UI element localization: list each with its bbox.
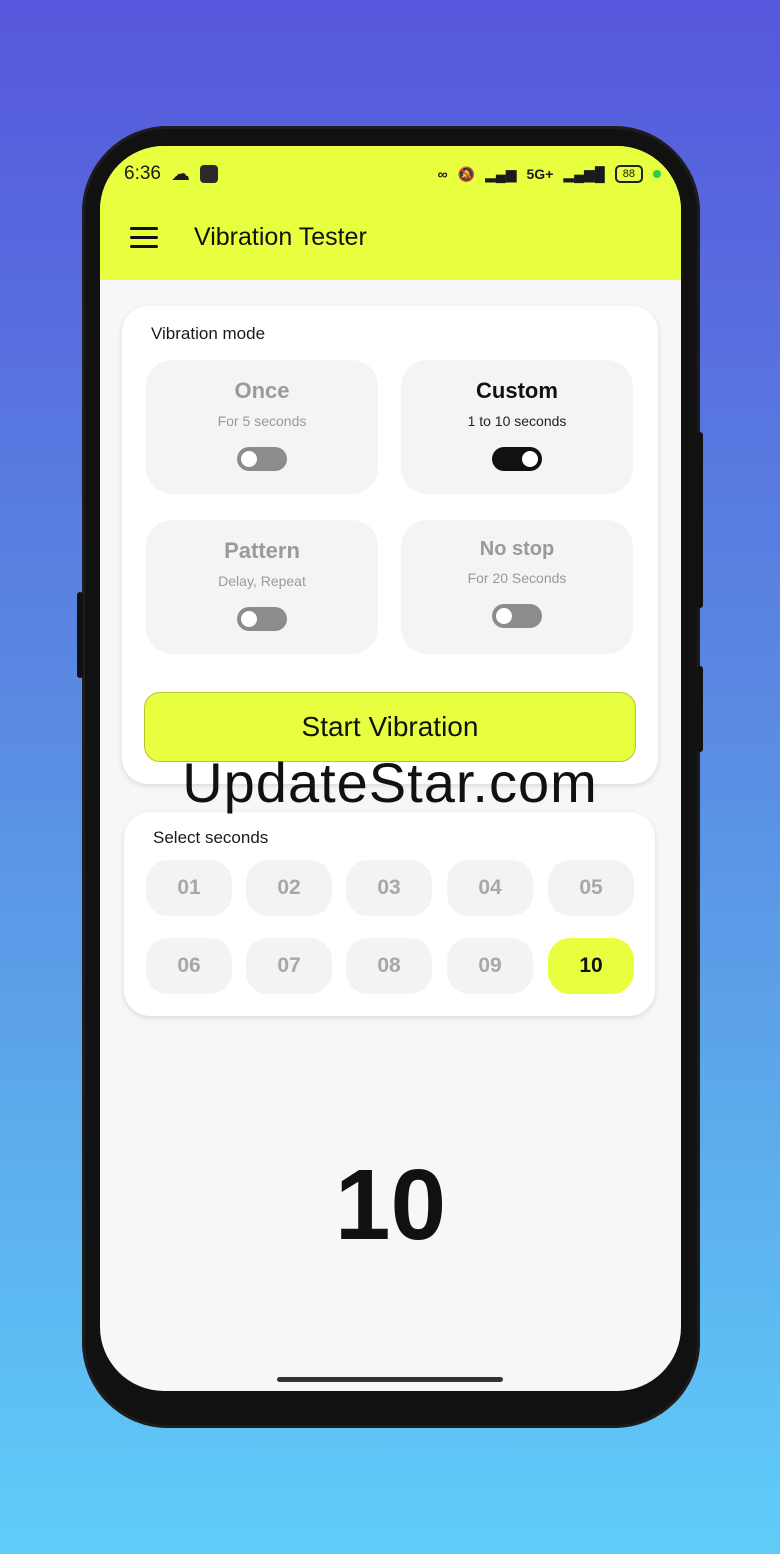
mode-no-stop-toggle[interactable] xyxy=(492,604,542,628)
mode-custom[interactable]: Custom 1 to 10 seconds xyxy=(401,360,633,494)
signal-icon-2: ▂▄▆█ xyxy=(563,165,605,182)
seconds-option-04[interactable]: 04 xyxy=(447,860,533,916)
mode-subtitle: For 5 seconds xyxy=(217,413,307,429)
seconds-option-10[interactable]: 10 xyxy=(548,938,634,994)
side-button xyxy=(697,666,703,752)
status-time: 6:36 xyxy=(124,163,161,184)
power-button xyxy=(697,432,703,608)
selected-seconds-display: 10 xyxy=(334,1149,447,1261)
mode-title: Once xyxy=(234,378,290,403)
mode-subtitle: 1 to 10 seconds xyxy=(467,413,567,429)
vibration-mode-card: Vibration mode Once For 5 seconds Custom… xyxy=(122,306,658,784)
select-seconds-card: Select seconds 01 02 03 04 05 06 07 08 0… xyxy=(124,812,655,1016)
mode-pattern-toggle[interactable] xyxy=(237,607,287,631)
mode-no-stop[interactable]: No stop For 20 Seconds xyxy=(401,520,633,654)
mode-subtitle: Delay, Repeat xyxy=(218,573,306,589)
mode-once[interactable]: Once For 5 seconds xyxy=(146,360,378,494)
mode-title: Pattern xyxy=(224,538,300,563)
network-type: 5G+ xyxy=(526,166,554,182)
signal-icon: ▂▄▆ xyxy=(485,165,517,182)
volume-button xyxy=(77,592,83,678)
watermark: UpdateStar.com xyxy=(182,751,598,814)
seconds-option-07[interactable]: 07 xyxy=(246,938,332,994)
seconds-option-06[interactable]: 06 xyxy=(146,938,232,994)
privacy-indicator-icon xyxy=(653,170,661,178)
link-icon: ∞ xyxy=(437,166,448,182)
app-bar: Vibration Tester xyxy=(130,222,367,252)
app-title: Vibration Tester xyxy=(194,222,367,251)
seconds-option-09[interactable]: 09 xyxy=(447,938,533,994)
seconds-option-02[interactable]: 02 xyxy=(246,860,332,916)
status-bar: 6:36 ☁ ∞ 🔕 ▂▄▆ 5G+ ▂▄▆█ 88 xyxy=(124,162,661,186)
mode-once-toggle[interactable] xyxy=(237,447,287,471)
seconds-option-05[interactable]: 05 xyxy=(548,860,634,916)
mode-title: Custom xyxy=(476,378,558,403)
bell-muted-icon: 🔕 xyxy=(457,165,476,182)
app-notification-icon xyxy=(199,165,218,183)
mode-title: No stop xyxy=(479,538,555,560)
home-indicator[interactable] xyxy=(277,1377,503,1382)
select-seconds-label: Select seconds xyxy=(153,828,269,847)
mode-custom-toggle[interactable] xyxy=(492,447,542,471)
cloud-icon: ☁ xyxy=(170,163,190,185)
battery-icon: 88 xyxy=(614,165,643,183)
mode-pattern[interactable]: Pattern Delay, Repeat xyxy=(146,520,378,654)
top-bar: 6:36 ☁ ∞ 🔕 ▂▄▆ 5G+ ▂▄▆█ 88 Vibration Tes… xyxy=(100,146,681,280)
seconds-option-01[interactable]: 01 xyxy=(146,860,232,916)
mode-subtitle: For 20 Seconds xyxy=(467,570,567,586)
seconds-option-03[interactable]: 03 xyxy=(346,860,432,916)
vibration-mode-label: Vibration mode xyxy=(151,324,266,343)
seconds-option-08[interactable]: 08 xyxy=(346,938,432,994)
menu-icon[interactable] xyxy=(130,226,158,248)
